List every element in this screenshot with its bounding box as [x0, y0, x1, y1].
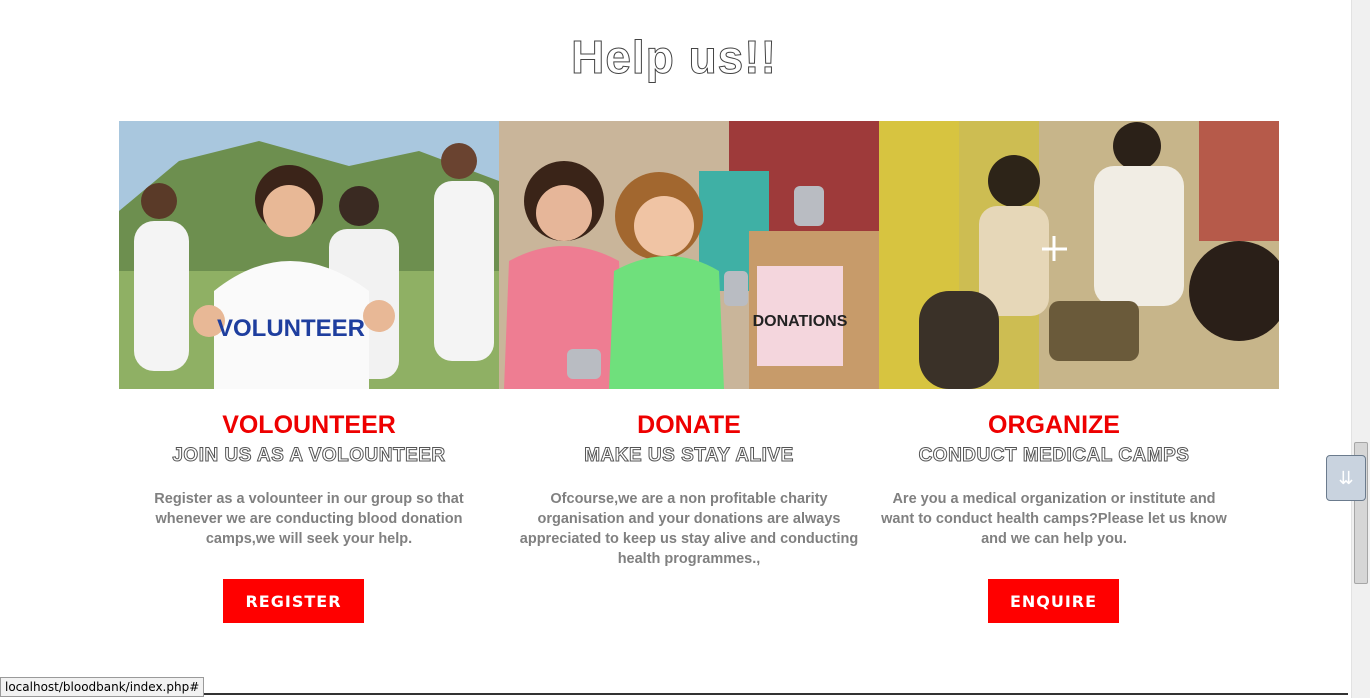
vertical-scrollbar[interactable]	[1351, 0, 1370, 698]
card-organize: ORGANIZE CONDUCT MEDICAL CAMPS Are you a…	[879, 121, 1279, 641]
donations-sign-text: DONATIONS	[753, 313, 848, 330]
card-volunteer: VOLUNTEER VOLOUNTEER JOIN US AS A VOLOUN…	[119, 121, 499, 641]
donate-photo: DONATIONS	[499, 121, 879, 389]
card-donate: DONATIONS DONATE MAKE US STAY ALIVE Ofco…	[499, 121, 879, 641]
help-cards: VOLUNTEER VOLOUNTEER JOIN US AS A VOLOUN…	[119, 121, 1279, 641]
card-description: Ofcourse,we are a non profitable charity…	[519, 491, 859, 567]
card-description: Register as a volounteer in our group so…	[154, 491, 464, 547]
card-subheading: CONDUCT MEDICAL CAMPS	[918, 445, 1190, 467]
card-subheading: JOIN US AS A VOLOUNTEER	[172, 445, 446, 467]
card-description: Are you a medical organization or instit…	[881, 491, 1227, 547]
page-title: Help us!!	[571, 31, 777, 84]
organize-photo	[879, 121, 1279, 389]
volunteer-shirt-text: VOLUNTEER	[217, 315, 365, 342]
card-subheading: MAKE US STAY ALIVE	[584, 445, 794, 467]
card-heading: ORGANIZE	[988, 411, 1120, 439]
register-button[interactable]: REGISTER	[223, 579, 364, 623]
enquire-button[interactable]: ENQUIRE	[988, 579, 1119, 623]
status-bar-url: localhost/bloodbank/index.php#	[0, 677, 205, 697]
scroll-down-icon[interactable]: ⇊	[1326, 455, 1366, 501]
card-heading: VOLOUNTEER	[222, 411, 396, 439]
card-heading: DONATE	[637, 411, 741, 439]
volunteer-photo: VOLUNTEER	[119, 121, 499, 389]
